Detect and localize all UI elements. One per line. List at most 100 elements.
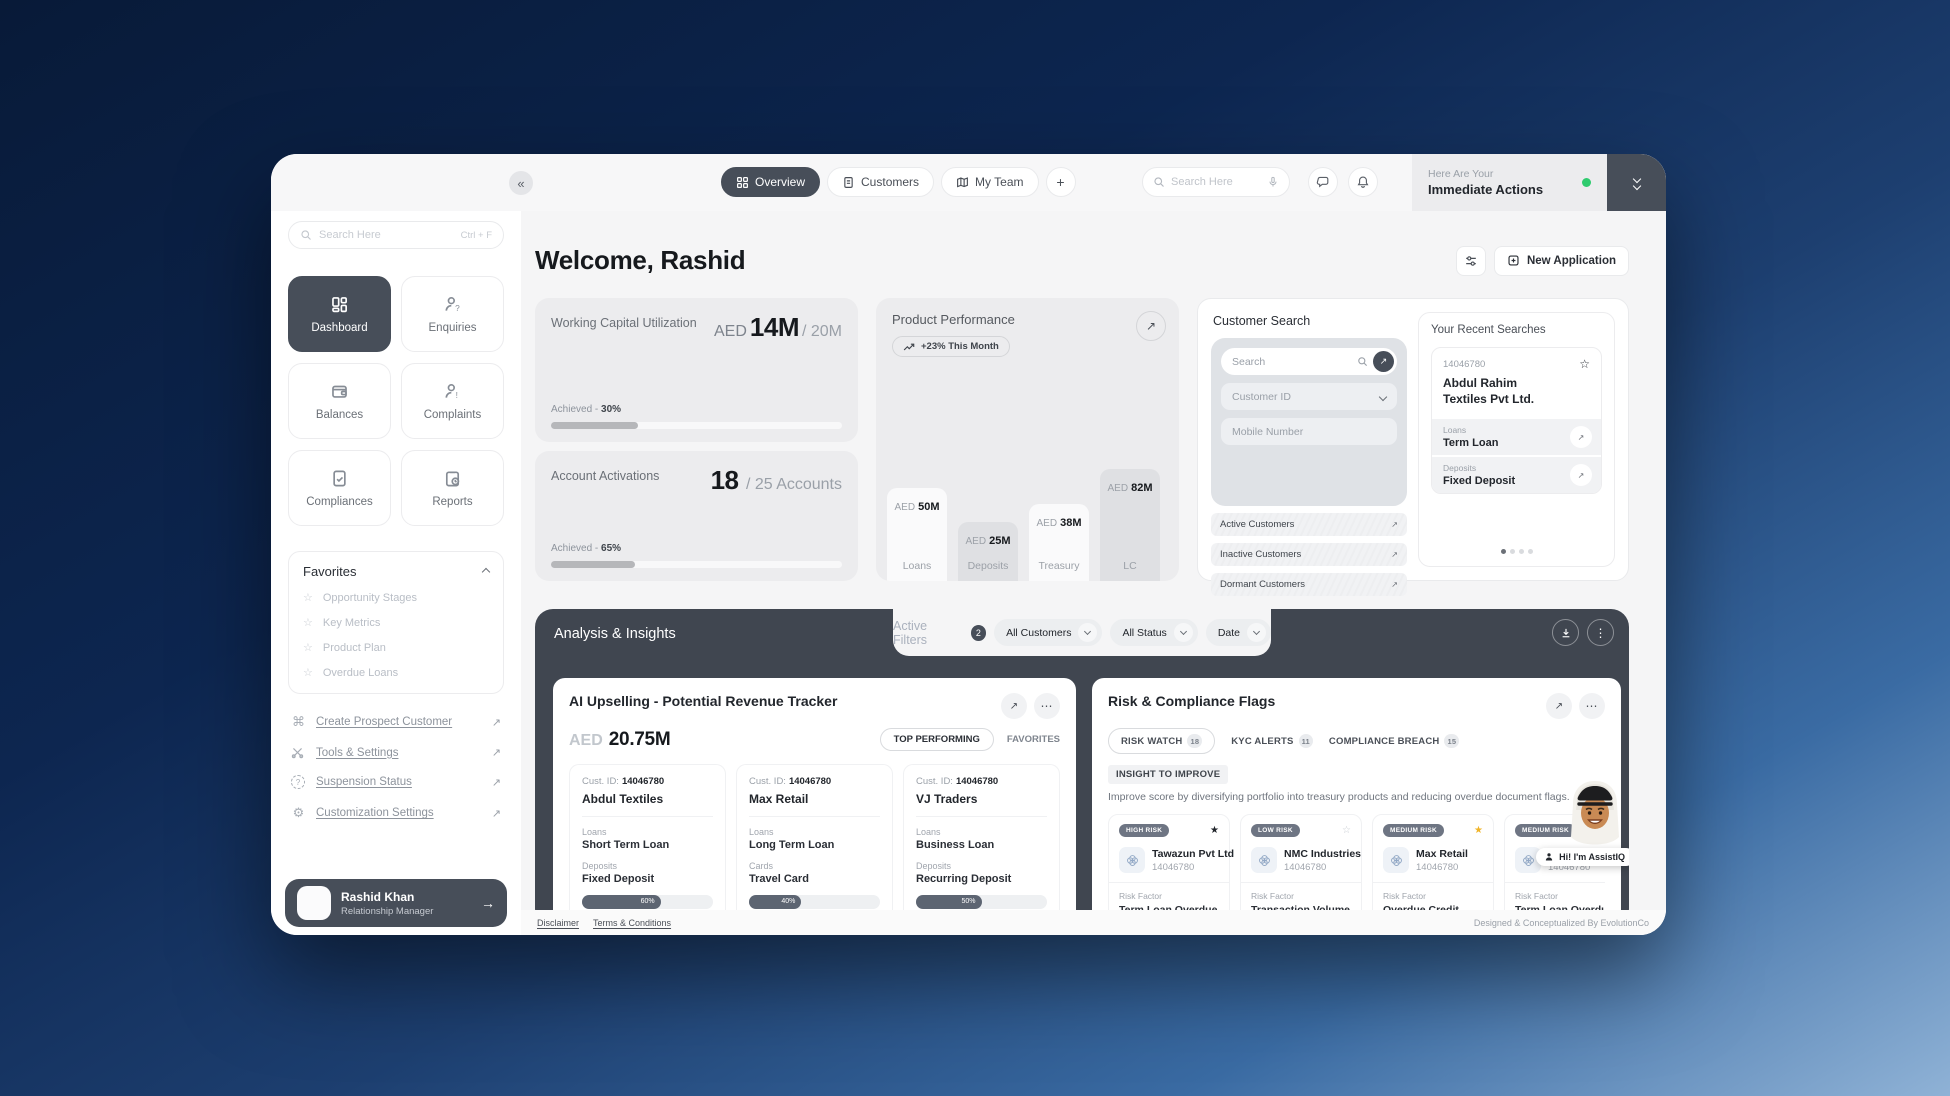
tab-customers[interactable]: Customers: [827, 167, 934, 197]
sidebar-collapse-button[interactable]: «: [509, 171, 533, 195]
link-suspension-status[interactable]: ? Suspension Status ↗: [291, 775, 501, 789]
sidebar-item-dashboard[interactable]: Dashboard: [288, 276, 391, 352]
carousel-dots[interactable]: [1419, 549, 1614, 554]
link-create-prospect-customer[interactable]: ⌘ Create Prospect Customer ↗: [291, 714, 501, 730]
favorite-item[interactable]: ☆ Opportunity Stages: [303, 591, 489, 604]
more-options-button[interactable]: ⋯: [1034, 693, 1060, 719]
dot-active[interactable]: [1501, 549, 1506, 554]
quick-link-inactive-customers[interactable]: Inactive Customers ↗: [1211, 543, 1407, 566]
global-search-input[interactable]: [1171, 176, 1261, 188]
upsell-customer-card[interactable]: Cust. ID:14046780 Abdul Textiles Loans S…: [569, 764, 726, 920]
search-go-button[interactable]: ↗: [1373, 351, 1394, 372]
sidebar-item-complaints[interactable]: ! Complaints: [401, 363, 504, 439]
expand-button[interactable]: ↗: [1001, 693, 1027, 719]
notifications-button[interactable]: [1348, 167, 1378, 197]
star-icon[interactable]: ☆: [303, 641, 313, 654]
open-product-button[interactable]: ↗: [1570, 464, 1592, 486]
tab-top-performing[interactable]: TOP PERFORMING: [880, 728, 994, 751]
dot[interactable]: [1510, 549, 1515, 554]
favorite-item[interactable]: ☆ Product Plan: [303, 641, 489, 654]
tab-favorites[interactable]: FAVORITES: [1007, 734, 1060, 745]
product-category: Loans: [1443, 425, 1498, 435]
quick-link-active-customers[interactable]: Active Customers ↗: [1211, 513, 1407, 536]
star-icon[interactable]: ★: [1474, 825, 1483, 836]
customer-id-line: Cust. ID:14046780: [582, 776, 713, 787]
favorite-item[interactable]: ☆ Key Metrics: [303, 616, 489, 629]
mobile-number-input[interactable]: [1232, 426, 1386, 438]
disclaimer-link[interactable]: Disclaimer: [537, 918, 579, 928]
global-search[interactable]: [1142, 167, 1290, 197]
dropdown-all-customers[interactable]: All Customers: [994, 619, 1102, 646]
new-application-label: New Application: [1527, 255, 1616, 267]
quick-link-label: Inactive Customers: [1220, 549, 1301, 560]
upsell-customer-card[interactable]: Cust. ID:14046780 Max Retail Loans Long …: [736, 764, 893, 920]
bar-lc[interactable]: AED82M LC: [1100, 469, 1160, 581]
expand-button[interactable]: ↗: [1136, 311, 1166, 341]
quick-link-dormant-customers[interactable]: Dormant Customers ↗: [1211, 573, 1407, 596]
upsell-customer-card[interactable]: Cust. ID:14046780 VJ Traders Loans Busin…: [903, 764, 1060, 920]
recent-product-row[interactable]: Loans Term Loan ↗: [1432, 419, 1601, 455]
tab-risk-watch[interactable]: RISK WATCH 18: [1108, 728, 1215, 754]
sidebar-item-reports[interactable]: Reports: [401, 450, 504, 526]
favorites-header[interactable]: Favorites: [303, 564, 489, 579]
customer-search-field[interactable]: ↗: [1221, 348, 1397, 375]
arrow-right-icon[interactable]: →: [481, 895, 495, 911]
dot[interactable]: [1519, 549, 1524, 554]
immediate-actions-banner[interactable]: Here Are Your Immediate Actions: [1412, 154, 1607, 211]
star-icon[interactable]: ☆: [303, 591, 313, 604]
sidebar-search[interactable]: Ctrl + F: [288, 221, 504, 249]
open-product-button[interactable]: ↗: [1570, 426, 1592, 448]
tab-overview[interactable]: Overview: [721, 167, 820, 197]
more-options-button[interactable]: ⋮: [1587, 619, 1614, 646]
tab-kyc-alerts[interactable]: KYC ALERTS 11: [1231, 734, 1313, 748]
bar-treasury[interactable]: AED38M Treasury: [1029, 504, 1089, 581]
customer-id-field[interactable]: [1221, 383, 1397, 410]
question-circle-icon: ?: [291, 775, 306, 789]
star-icon[interactable]: ★: [1210, 825, 1219, 836]
more-options-button[interactable]: ⋯: [1579, 693, 1605, 719]
tab-my-team[interactable]: My Team: [941, 167, 1038, 197]
sidebar-item-compliances[interactable]: Compliances: [288, 450, 391, 526]
bar-deposits[interactable]: AED25M Deposits: [958, 522, 1018, 581]
star-icon[interactable]: ☆: [303, 616, 313, 629]
product-name: Business Loan: [916, 839, 1047, 851]
tab-compliance-breach[interactable]: COMPLIANCE BREACH 15: [1329, 734, 1459, 748]
star-icon[interactable]: ☆: [1579, 357, 1590, 371]
mobile-number-field[interactable]: [1221, 418, 1397, 445]
filter-settings-button[interactable]: [1456, 246, 1486, 276]
assistiq-avatar[interactable]: [1563, 777, 1627, 853]
chat-button[interactable]: [1308, 167, 1338, 197]
recent-product-row[interactable]: Deposits Fixed Deposit ↗: [1432, 457, 1601, 493]
dropdown-date[interactable]: Date: [1206, 619, 1271, 646]
customer-id-input[interactable]: [1232, 391, 1380, 403]
recent-search-card[interactable]: 14046780 ☆ Abdul Rahim Textiles Pvt Ltd.…: [1431, 347, 1602, 494]
link-label: Suspension Status: [316, 776, 412, 788]
terms-link[interactable]: Terms & Conditions: [593, 918, 671, 928]
dropdown-all-status[interactable]: All Status: [1110, 619, 1197, 646]
link-tools-settings[interactable]: Tools & Settings ↗: [291, 746, 501, 759]
link-customization-settings[interactable]: ⚙ Customization Settings ↗: [291, 805, 501, 821]
expand-button[interactable]: ↗: [1546, 693, 1572, 719]
quick-link-label: Active Customers: [1220, 519, 1294, 530]
sidebar-item-enquiries[interactable]: ? Enquiries: [401, 276, 504, 352]
download-button[interactable]: [1552, 619, 1579, 646]
assistiq-tooltip[interactable]: Hi! I'm AssistIQ: [1536, 848, 1629, 866]
add-tab-button[interactable]: +: [1046, 167, 1076, 197]
app-window: « Overview Customers My Team +: [271, 154, 1666, 935]
clipboard-clock-icon: [443, 469, 462, 488]
favorite-item[interactable]: ☆ Overdue Loans: [303, 666, 489, 679]
star-icon[interactable]: ☆: [1342, 825, 1351, 836]
sidebar-item-label: Balances: [316, 409, 363, 421]
customer-search-input[interactable]: [1232, 356, 1352, 368]
tab-label: RISK WATCH: [1121, 736, 1182, 747]
bar-loans[interactable]: AED50M Loans: [887, 488, 947, 581]
dot[interactable]: [1528, 549, 1533, 554]
mic-icon[interactable]: [1267, 176, 1279, 188]
star-icon[interactable]: ☆: [303, 666, 313, 679]
sidebar-search-input[interactable]: [319, 229, 454, 241]
user-profile-card[interactable]: Rashid Khan Relationship Manager →: [285, 879, 507, 927]
expand-actions-button[interactable]: [1607, 154, 1666, 211]
sidebar-item-balances[interactable]: Balances: [288, 363, 391, 439]
potential-progress-fill: 40%: [749, 895, 801, 909]
new-application-button[interactable]: New Application: [1494, 246, 1629, 276]
